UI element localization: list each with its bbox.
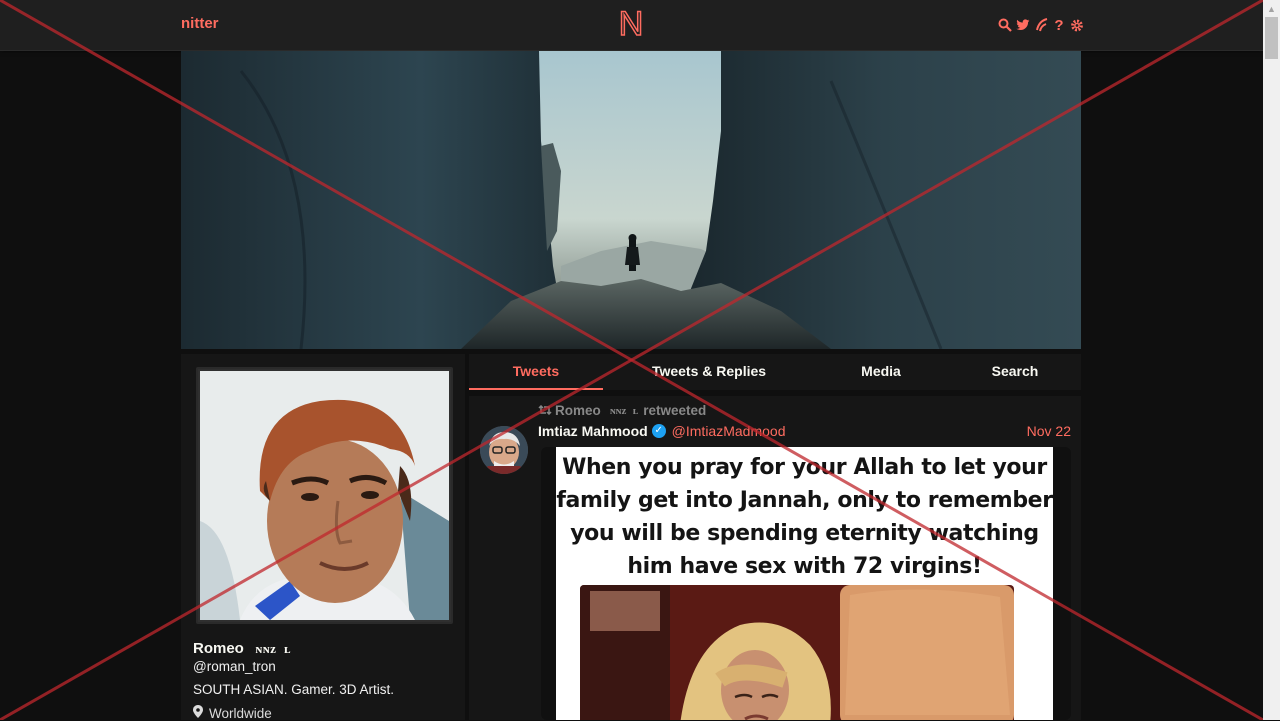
tab-search[interactable]: Search bbox=[965, 354, 1065, 390]
profile-location: Worldwide bbox=[193, 705, 272, 721]
tweet-media-image[interactable]: When you pray for your Allah to let your… bbox=[556, 447, 1053, 720]
help-icon[interactable]: ? bbox=[1052, 16, 1066, 34]
profile-username[interactable]: @roman_tron bbox=[193, 659, 276, 674]
profile-banner[interactable] bbox=[181, 51, 1081, 349]
retweeter-deco: ɪɴɴᴢɪʟ bbox=[603, 404, 639, 417]
gear-icon[interactable] bbox=[1070, 16, 1084, 34]
timeline: Romeo ɪɴɴᴢɪʟ retweeted Imtiaz Mahmood ✓ … bbox=[469, 396, 1081, 720]
meme-photo bbox=[580, 585, 1014, 720]
tweet-media[interactable]: When you pray for your Allah to let your… bbox=[541, 447, 1071, 720]
tab-media[interactable]: Media bbox=[831, 354, 931, 390]
retweet-header: Romeo ɪɴɴᴢɪʟ retweeted bbox=[538, 403, 706, 418]
verified-badge-icon: ✓ bbox=[651, 424, 666, 438]
scroll-up-arrow-icon[interactable]: ▲ bbox=[1263, 0, 1280, 17]
tab-tweets[interactable]: Tweets bbox=[469, 354, 603, 390]
profile-fullname-deco: ɪɴɴᴢɪʟ bbox=[248, 641, 291, 656]
profile-card: Romeo ɪɴɴᴢɪʟ @roman_tron SOUTH ASIAN. Ga… bbox=[181, 354, 465, 721]
profile-fullname[interactable]: Romeo ɪɴɴᴢɪʟ bbox=[193, 640, 291, 657]
avatar[interactable] bbox=[196, 367, 453, 624]
location-pin-icon bbox=[193, 705, 203, 721]
twitter-bird-icon[interactable] bbox=[1016, 16, 1030, 34]
nitter-logo-icon[interactable]: N bbox=[618, 6, 644, 42]
tweet-author-avatar[interactable] bbox=[480, 426, 528, 474]
brand-link[interactable]: nitter bbox=[181, 15, 219, 32]
search-icon[interactable] bbox=[998, 16, 1012, 34]
nav-icons: ? bbox=[998, 15, 1084, 35]
page-scrollbar[interactable]: ▲ bbox=[1263, 0, 1280, 720]
profile-bio: SOUTH ASIAN. Gamer. 3D Artist. bbox=[193, 682, 395, 697]
timeline-tabs: Tweets Tweets & Replies Media Search bbox=[469, 354, 1081, 390]
navbar: nitter N ? bbox=[0, 0, 1263, 51]
profile-fullname-text: Romeo bbox=[193, 640, 244, 657]
retweet-icon bbox=[538, 403, 552, 418]
location-text: Worldwide bbox=[209, 705, 272, 721]
tweet-author-handle[interactable]: @ImtiazMadmood bbox=[672, 423, 786, 439]
tweet-header: Imtiaz Mahmood ✓ @ImtiazMadmood bbox=[538, 423, 785, 439]
scroll-thumb[interactable] bbox=[1265, 17, 1278, 59]
tweet-author-name[interactable]: Imtiaz Mahmood bbox=[538, 423, 648, 439]
retweet-suffix: retweeted bbox=[643, 403, 707, 418]
retweeter-name[interactable]: Romeo bbox=[555, 403, 601, 418]
tweet-date[interactable]: Nov 22 bbox=[1027, 423, 1071, 439]
rss-icon[interactable] bbox=[1034, 16, 1048, 34]
meme-text: When you pray for your Allah to let your… bbox=[556, 455, 1053, 579]
tab-tweets-replies[interactable]: Tweets & Replies bbox=[631, 354, 787, 390]
